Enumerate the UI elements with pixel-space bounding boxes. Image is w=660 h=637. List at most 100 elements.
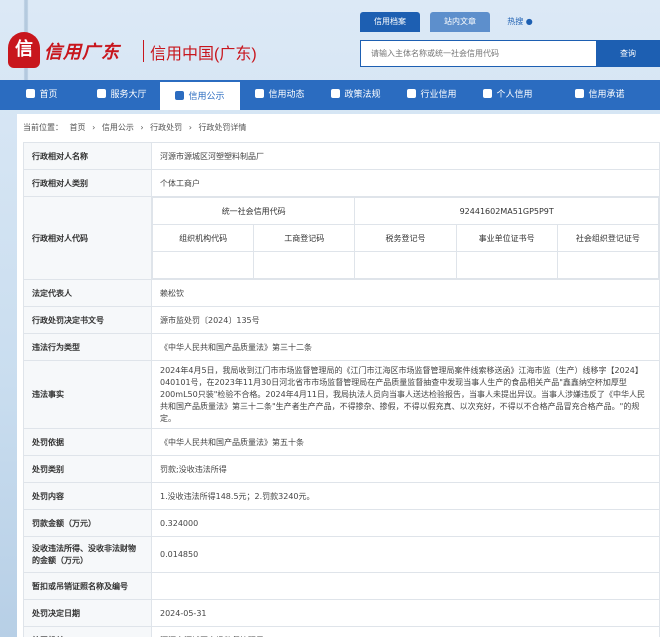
usci-value: 92441602MA51GP5P9T — [354, 197, 659, 225]
grid-icon — [97, 89, 107, 98]
legal-representative: 赖松钦 — [151, 279, 660, 307]
nav-label: 个人信用 — [496, 90, 533, 100]
industry-icon — [407, 89, 417, 98]
logo-script-title: 信用广东 — [44, 42, 120, 63]
nav-credit-publicity[interactable]: 信用公示 — [160, 80, 240, 110]
nav-personal-credit[interactable]: 个人信用 — [474, 80, 542, 110]
book-icon — [331, 89, 341, 98]
table-row: 行政相对人代码 统一社会信用代码 92441602MA51GP5P9T 组织机构… — [23, 196, 660, 280]
home-icon — [26, 89, 36, 98]
penalty-detail-table: 行政相对人名称 河源市源城区河塑塑料制品厂 行政相对人类别 个体工商户 行政相对… — [23, 142, 660, 637]
content-panel: 当前位置： 首页 › 信用公示 › 行政处罚 › 行政处罚详情 行政相对人名称 … — [17, 114, 660, 637]
field-label: 处罚机关 — [23, 626, 152, 637]
table-row: 暂扣或吊销证照名称及编号 — [23, 572, 660, 600]
field-label: 处罚依据 — [23, 428, 152, 456]
violation-type: 《中华人民共和国产品质量法》第三十二条 — [151, 333, 660, 361]
table-row: 违法行为类型 《中华人民共和国产品质量法》第三十二条 — [23, 333, 660, 361]
breadcrumb: 当前位置： 首页 › 信用公示 › 行政处罚 › 行政处罚详情 — [23, 122, 250, 133]
table-row: 行政相对人类别 个体工商户 — [23, 169, 660, 197]
code-subtable: 统一社会信用代码 92441602MA51GP5P9T 组织机构代码 工商登记码… — [151, 197, 660, 279]
flame-icon: ● — [525, 17, 533, 26]
decision-date: 2024-05-31 — [151, 599, 660, 627]
nav-credit-promise[interactable]: 信用承诺 — [562, 80, 638, 110]
table-row: 行政处罚决定书文号 源市监处罚〔2024〕135号 — [23, 306, 660, 334]
usci-label: 统一社会信用代码 — [151, 197, 356, 225]
code-value — [455, 251, 558, 279]
site-logo[interactable]: 信 — [8, 32, 40, 68]
field-label: 行政相对人代码 — [23, 196, 152, 280]
field-label: 处罚内容 — [23, 482, 152, 510]
penalty-content: 1.没收违法所得148.5元；2.罚款3240元。 — [151, 482, 660, 510]
logo-divider — [143, 40, 144, 62]
breadcrumb-penalty[interactable]: 行政处罚 — [150, 123, 182, 132]
field-label: 行政处罚决定书文号 — [23, 306, 152, 334]
search-button[interactable]: 查询 — [596, 40, 660, 67]
person-icon — [483, 89, 493, 98]
site-header: 信 信用广东 信用中国(广东) 信用档案 站内文章 热搜 ● 查询 — [0, 0, 660, 80]
breadcrumb-separator: › — [188, 123, 192, 132]
breadcrumb-prefix: 当前位置： — [23, 123, 63, 132]
nav-service-hall[interactable]: 服务大厅 — [82, 80, 162, 110]
code-header: 事业单位证书号 — [455, 224, 558, 252]
license-suspension — [151, 572, 660, 600]
nav-policies[interactable]: 政策法规 — [322, 80, 390, 110]
field-label: 罚款金额（万元） — [23, 509, 152, 537]
tab-hot-search[interactable]: 热搜 ● — [500, 12, 540, 32]
subject-name: 河源市源城区河塑塑料制品厂 — [151, 142, 660, 170]
breadcrumb-separator: › — [140, 123, 144, 132]
nav-label: 服务大厅 — [110, 90, 147, 100]
table-row: 处罚机关 河源市源城区市场监督管理局 — [23, 626, 660, 637]
breadcrumb-credit-publicity[interactable]: 信用公示 — [102, 123, 134, 132]
field-label: 处罚类别 — [23, 455, 152, 483]
field-label: 违法事实 — [23, 360, 152, 429]
breadcrumb-separator: › — [92, 123, 96, 132]
table-row: 法定代表人 赖松钦 — [23, 279, 660, 307]
nav-credit-news[interactable]: 信用动态 — [246, 80, 314, 110]
penalty-basis: 《中华人民共和国产品质量法》第五十条 — [151, 428, 660, 456]
field-label: 法定代表人 — [23, 279, 152, 307]
table-row: 罚款金额（万元） 0.324000 — [23, 509, 660, 537]
table-row: 处罚依据 《中华人民共和国产品质量法》第五十条 — [23, 428, 660, 456]
promise-icon — [575, 89, 585, 98]
hot-search-label: 热搜 — [507, 17, 524, 26]
code-header: 工商登记码 — [253, 224, 356, 252]
fine-amount: 0.324000 — [151, 509, 660, 537]
penalty-authority: 河源市源城区市场监督管理局 — [151, 626, 660, 637]
decision-document-number: 源市监处罚〔2024〕135号 — [151, 306, 660, 334]
code-value — [151, 251, 255, 279]
code-value — [354, 251, 457, 279]
nav-label: 首页 — [39, 90, 58, 100]
nav-label: 信用公示 — [188, 92, 225, 102]
code-header: 税务登记号 — [354, 224, 457, 252]
field-label: 没收违法所得、没收非法财物的金额（万元） — [23, 536, 152, 573]
nav-industry-credit[interactable]: 行业信用 — [398, 80, 466, 110]
nav-label: 政策法规 — [344, 90, 381, 100]
breadcrumb-home[interactable]: 首页 — [70, 123, 86, 132]
table-row: 行政相对人名称 河源市源城区河塑塑料制品厂 — [23, 142, 660, 170]
news-icon — [255, 89, 265, 98]
logo-badge: 信 — [8, 32, 40, 68]
field-label: 行政相对人类别 — [23, 169, 152, 197]
field-label: 处罚决定日期 — [23, 599, 152, 627]
nav-label: 信用动态 — [268, 90, 305, 100]
code-header: 组织机构代码 — [151, 224, 255, 252]
nav-home[interactable]: 首页 — [8, 80, 76, 110]
code-value — [253, 251, 356, 279]
tab-site-articles[interactable]: 站内文章 — [430, 12, 490, 32]
violation-facts: 2024年4月5日，我局收到江门市市场监督管理局的《江门市江海区市场监督管理局案… — [151, 360, 660, 429]
notice-icon — [175, 91, 185, 100]
code-cell: 统一社会信用代码 92441602MA51GP5P9T 组织机构代码 工商登记码… — [151, 196, 660, 280]
table-row: 处罚决定日期 2024-05-31 — [23, 599, 660, 627]
tab-credit-archive[interactable]: 信用档案 — [360, 12, 420, 32]
table-row: 处罚类别 罚款;没收违法所得 — [23, 455, 660, 483]
penalty-type: 罚款;没收违法所得 — [151, 455, 660, 483]
field-label: 行政相对人名称 — [23, 142, 152, 170]
confiscation-amount: 0.014850 — [151, 536, 660, 573]
violation-facts-text: 2024年4月5日，我局收到江门市市场监督管理局的《江门市江海区市场监督管理局案… — [160, 365, 646, 423]
field-label: 违法行为类型 — [23, 333, 152, 361]
main-nav: 首页 服务大厅 信用公示 信用动态 政策法规 行业信用 个人信用 信用承诺 — [0, 80, 660, 110]
code-header: 社会组织登记证号 — [556, 224, 660, 252]
search-input[interactable] — [361, 41, 596, 66]
field-label: 暂扣或吊销证照名称及编号 — [23, 572, 152, 600]
table-row: 没收违法所得、没收非法财物的金额（万元） 0.014850 — [23, 536, 660, 573]
